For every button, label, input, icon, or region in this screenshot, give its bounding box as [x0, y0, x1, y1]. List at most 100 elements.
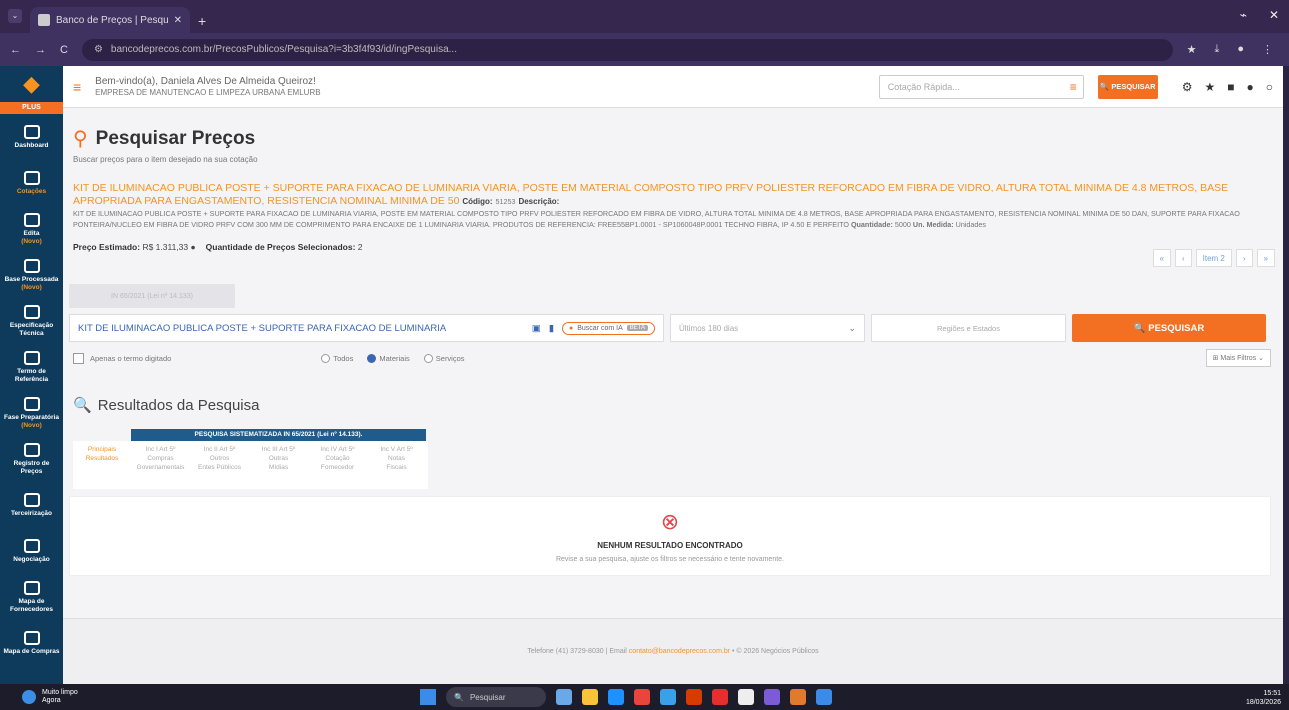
quick-search-button[interactable]: 🔍 PESQUISAR [1097, 74, 1158, 99]
quick-search-input[interactable]: Cotação Rápida... ≡ [878, 74, 1084, 99]
bookmark-star-icon[interactable]: ★ [1187, 43, 1197, 56]
menu-icon[interactable]: ⋮ [1262, 43, 1273, 56]
search-button[interactable]: 🔍 PESQUISAR [1072, 314, 1266, 342]
app-blue-icon[interactable] [816, 689, 832, 705]
radio-all[interactable]: Todos [321, 353, 354, 363]
logo-icon[interactable]: ◆ [0, 66, 63, 102]
edge-icon[interactable] [608, 689, 624, 705]
main-content: ≡ Bem-vindo(a), Daniela Alves De Almeida… [63, 66, 1283, 684]
clock-time: 15:51 [1263, 690, 1281, 697]
clock-date: 18/03/2026 [1245, 699, 1281, 706]
widgets-icon[interactable] [556, 689, 572, 705]
notification-icon[interactable]: ● [1247, 80, 1254, 94]
tab-inc-i[interactable]: Inc I Art 5º Compras Governamentais [131, 441, 190, 489]
forward-icon[interactable]: → [35, 44, 46, 56]
powerpoint-icon[interactable] [686, 689, 702, 705]
user-icon[interactable]: ○ [1266, 80, 1273, 94]
app-orange-icon[interactable] [790, 689, 806, 705]
sidebar-item-especificacao[interactable]: Especificação Técnica [0, 298, 63, 344]
download-icon[interactable]: ⤓ [1214, 43, 1219, 56]
back-icon[interactable]: ← [10, 44, 21, 56]
hamburger-icon[interactable]: ≡ [73, 79, 81, 95]
sidebar-item-edita[interactable]: Edita (Novo) [0, 206, 63, 252]
favicon-icon [38, 14, 50, 26]
app-red-icon[interactable] [712, 689, 728, 705]
browser-tab[interactable]: Banco de Preços | Pesquisa ✕ [30, 7, 190, 33]
sidebar-item-negociacao[interactable]: Negociação [0, 528, 63, 574]
site-info-icon[interactable]: ⚙ [94, 44, 103, 55]
close-window-icon[interactable]: ✕ [1269, 8, 1279, 22]
reload-icon[interactable]: C [60, 44, 68, 56]
sidebar-item-registro[interactable]: Registro de Preços [0, 436, 63, 482]
file-explorer-icon[interactable] [582, 689, 598, 705]
cart-icon [23, 630, 40, 645]
sidebar-item-dashboard[interactable]: Dashboard [0, 114, 63, 160]
profile-icon[interactable]: ● [1237, 43, 1244, 56]
url-bar[interactable]: ⚙ bancodeprecos.com.br/PrecosPublicos/Pe… [81, 38, 1173, 61]
current-item-select[interactable]: Item 2 [1195, 249, 1232, 267]
start-button-icon[interactable] [420, 689, 436, 705]
last-item-button[interactable]: » [1256, 249, 1275, 267]
new-tab-button[interactable]: + [198, 13, 206, 29]
empty-title: NENHUM RESULTADO ENCONTRADO [597, 541, 743, 550]
minimize-icon[interactable]: ⌁ [1240, 8, 1247, 22]
sidebar-item-cotacoes[interactable]: Cotações [0, 160, 63, 206]
more-filters-button[interactable]: ⊞ Mais Filtros ⌄ [1205, 349, 1271, 367]
tab-search-icon[interactable]: ⌄ [8, 9, 22, 23]
taskbar-search[interactable]: 🔍 Pesquisar [446, 687, 546, 707]
code-value: 51253 [495, 197, 516, 206]
quantity-label: Quantidade: [850, 220, 893, 229]
outlook-icon[interactable] [660, 689, 676, 705]
tab-inc-iv[interactable]: Inc IV Art 5º Cotação Fornecedor [308, 441, 367, 489]
ai-search-toggle[interactable]: ● Buscar com IA BETA [562, 321, 655, 335]
weather-widget[interactable]: Muito limpo Agora [22, 689, 78, 705]
selected-value: 2 [357, 242, 363, 252]
period-select[interactable]: Últimos 180 dias ⌄ [670, 314, 865, 342]
info-icon[interactable]: ● [191, 242, 196, 252]
tab-close-icon[interactable]: ✕ [174, 15, 182, 26]
estimate-value[interactable]: R$ 1.311,33 [142, 242, 188, 252]
app-purple-icon[interactable] [764, 689, 780, 705]
list-icon[interactable]: ≡ [1070, 80, 1077, 94]
unit-label: Un. Medida: [912, 220, 954, 229]
prev-item-button[interactable]: ‹ [1174, 249, 1192, 267]
radio-services[interactable]: Serviços [423, 353, 465, 363]
sidebar-item-compras[interactable]: Mapa de Compras [0, 620, 63, 666]
sidebar-item-fornecedores[interactable]: Mapa de Fornecedores [0, 574, 63, 620]
search-input[interactable]: KIT DE ILUMINACAO PUBLICA POSTE + SUPORT… [69, 314, 664, 342]
sidebar-label: Cotações [16, 187, 47, 195]
next-item-button[interactable]: › [1235, 249, 1253, 267]
calendar-icon[interactable]: ■ [1227, 80, 1234, 94]
first-item-button[interactable]: « [1152, 249, 1171, 267]
filter-icon: ⊞ [1212, 355, 1219, 362]
sidebar-item-termo[interactable]: Termo de Referência [0, 344, 63, 390]
base-icon [23, 258, 40, 273]
sidebar-label: Edita [23, 229, 40, 237]
chrome-icon[interactable] [634, 689, 650, 705]
system-clock[interactable]: 15:51 18/03/2026 [1246, 689, 1281, 707]
microphone-icon[interactable]: ▮ [549, 323, 554, 334]
tab-inc-v[interactable]: Inc V Art 5º Notas Fiscais [367, 441, 426, 489]
chevron-down-icon: ⌄ [848, 322, 856, 333]
exact-term-checkbox[interactable] [73, 352, 84, 364]
favorite-icon[interactable]: ★ [1204, 80, 1215, 94]
item-title: KIT DE ILUMINACAO PUBLICA POSTE + SUPORT… [73, 182, 1229, 207]
camera-icon[interactable]: ▣ [532, 323, 541, 334]
in65-button[interactable]: IN 65/2021 (Lei nº 14.133) [69, 284, 235, 308]
tab-inc-ii[interactable]: Inc II Art 5º Outros Entes Públicos [190, 441, 249, 489]
sidebar-new-tag: (Novo) [21, 283, 42, 291]
sidebar-item-terceirizacao[interactable]: Terceirização [0, 482, 63, 528]
settings-icon[interactable]: ⚙ [1182, 80, 1193, 94]
page-title: Pesquisar Preços [95, 127, 256, 149]
app-white-icon[interactable] [738, 689, 754, 705]
window-controls: ⌁ ✕ [1240, 8, 1279, 22]
radio-materials[interactable]: Materiais [367, 353, 410, 363]
tab-inc-iii[interactable]: Inc III Art 5º Outras Mídias [249, 441, 308, 489]
sidebar-item-base-processada[interactable]: Base Processada (Novo) [0, 252, 63, 298]
footer-email-link[interactable]: contato@bancodeprecos.com.br [629, 648, 730, 655]
radio-all-label: Todos [333, 353, 354, 363]
tab-main-results[interactable]: Principais Resultados [73, 441, 131, 489]
region-select[interactable]: Regiões e Estados [871, 314, 1066, 342]
page-subtitle: Buscar preços para o item desejado na su… [73, 155, 258, 164]
sidebar-item-fase[interactable]: Fase Preparatória (Novo) [0, 390, 63, 436]
